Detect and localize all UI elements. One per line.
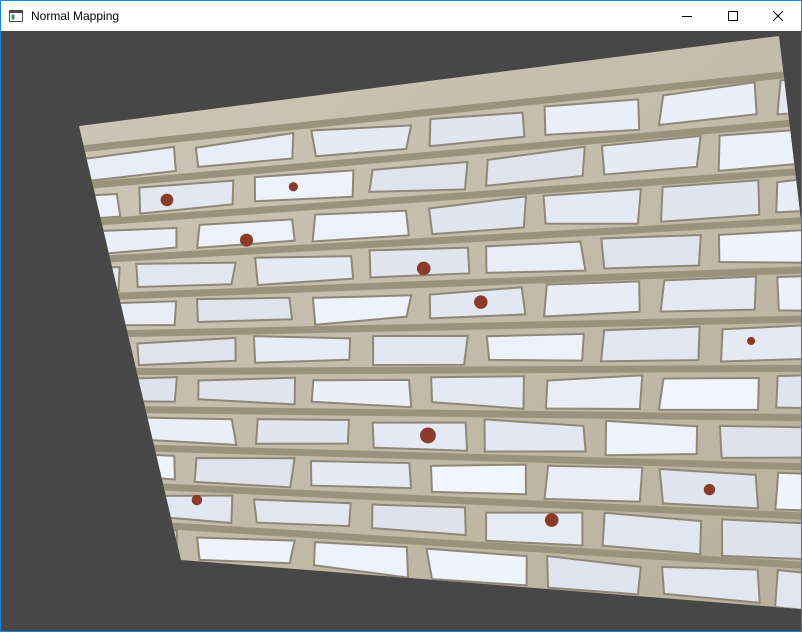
- scene-canvas: [79, 36, 801, 609]
- close-button[interactable]: [755, 1, 801, 31]
- brick: [430, 375, 525, 410]
- rust-spot: [191, 494, 203, 506]
- brick: [719, 323, 801, 363]
- brick: [544, 374, 644, 411]
- rust-spot: [747, 336, 756, 346]
- brick: [372, 334, 469, 367]
- maximize-icon: [728, 11, 738, 21]
- brick: [600, 233, 702, 270]
- brick: [371, 421, 469, 452]
- brick: [720, 518, 801, 561]
- minimize-button[interactable]: [664, 1, 710, 31]
- brick-wall-surface: [79, 36, 801, 609]
- brick: [193, 457, 296, 489]
- rust-spot: [79, 497, 85, 506]
- rust-spot: [416, 261, 431, 276]
- brick: [79, 341, 119, 365]
- brick: [659, 179, 761, 223]
- brick: [195, 536, 296, 565]
- brick: [485, 240, 587, 274]
- brick: [309, 460, 413, 490]
- brick: [312, 541, 410, 579]
- rust-spot: [703, 483, 716, 496]
- brick: [485, 332, 585, 362]
- mortar-line: [79, 364, 801, 376]
- rust-spot: [288, 182, 299, 192]
- brick: [776, 273, 801, 313]
- window-title: Normal Mapping: [31, 9, 120, 23]
- minimize-icon: [682, 16, 692, 17]
- brick: [137, 416, 238, 446]
- brick: [252, 498, 352, 528]
- rust-spot: [474, 295, 488, 309]
- app-window-icon: [9, 9, 23, 22]
- brick: [718, 424, 801, 459]
- brick: [657, 376, 760, 411]
- brick: [134, 494, 234, 525]
- brick: [659, 275, 758, 313]
- brick: [197, 376, 297, 406]
- brick: [543, 464, 644, 503]
- brick: [483, 418, 587, 453]
- brick: [79, 486, 120, 513]
- render-viewport[interactable]: [1, 31, 801, 631]
- brick: [311, 209, 410, 243]
- rust-spot: [544, 513, 559, 527]
- brick: [543, 98, 641, 136]
- brick: [254, 418, 350, 445]
- rust-spot: [160, 193, 174, 207]
- brick: [79, 265, 121, 294]
- brick: [775, 372, 801, 411]
- brick: [485, 511, 584, 547]
- brick: [542, 280, 641, 318]
- brick: [429, 463, 528, 496]
- brick: [425, 547, 528, 587]
- brick: [542, 188, 643, 225]
- title-bar[interactable]: Normal Mapping: [1, 1, 801, 31]
- rust-spot: [240, 233, 254, 247]
- brick: [252, 335, 352, 364]
- brick: [717, 228, 801, 264]
- maximize-button[interactable]: [710, 1, 756, 31]
- brick: [79, 413, 121, 438]
- brick: [79, 300, 178, 327]
- brick: [717, 127, 801, 172]
- close-icon: [773, 11, 783, 21]
- brick: [310, 378, 413, 409]
- brick: [773, 568, 801, 609]
- brick: [604, 419, 699, 457]
- brick: [136, 336, 237, 367]
- brick: [79, 376, 178, 403]
- brick: [774, 471, 801, 514]
- rust-spot: [420, 427, 436, 444]
- brick: [79, 450, 176, 481]
- brick: [196, 296, 294, 324]
- brick: [79, 528, 178, 555]
- brick: [600, 325, 701, 363]
- brick: [135, 261, 237, 289]
- app-window: Normal Mapping: [0, 0, 802, 632]
